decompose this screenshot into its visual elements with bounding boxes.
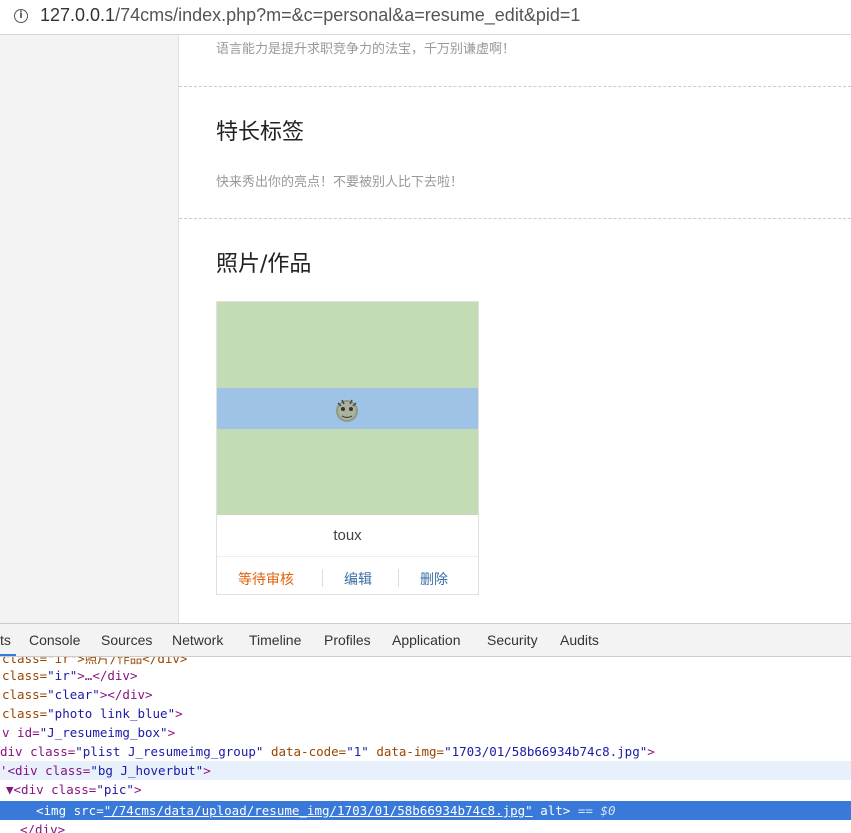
address-bar[interactable]: i 127.0.0.1/74cms/index.php?m=&c=persona… (0, 0, 851, 35)
attr-name: <img src= (36, 803, 104, 818)
status-pending: 等待审核 (238, 572, 294, 588)
tag-close: ></div> (99, 687, 153, 702)
url-host: 127.0.0.1 (40, 5, 116, 25)
attr-name: class= (2, 687, 48, 702)
tag-close: > (133, 782, 142, 797)
tag-close: > (167, 725, 176, 740)
attr-value: "J_resumeimg_box" (39, 725, 168, 740)
dom-line[interactable]: div class="plist J_resumeimg_group" data… (0, 742, 851, 761)
img-src-link[interactable]: "/74cms/data/upload/resume_img/1703/01/5… (104, 803, 533, 818)
tag-close: </div> (20, 822, 66, 833)
left-sidebar (0, 35, 179, 623)
attr-value: "plist J_resumeimg_group" (75, 744, 264, 759)
attr-name: data-code= (263, 744, 347, 759)
separator (398, 569, 399, 587)
dom-line-hovered[interactable]: '<div class="bg J_hoverbut"> (0, 761, 851, 780)
attr-name: '<div class= (0, 763, 91, 778)
attr-name: div class= (0, 744, 76, 759)
dom-tree: class="ir">照片/作品</div> class="ir">…</div… (0, 657, 851, 833)
tag-close: alt> (532, 803, 571, 818)
tag-close: > (203, 763, 211, 778)
attr-name: class= (2, 668, 48, 683)
attr-name: v id= (2, 725, 40, 740)
tab-sources[interactable]: Sources (101, 632, 152, 648)
url-text[interactable]: 127.0.0.1/74cms/index.php?m=&c=personal&… (40, 5, 580, 26)
skills-hint: 快来秀出你的亮点！不要被别人比下去啦！ (216, 175, 464, 190)
photo-actions: 等待审核 编辑 删除 (217, 557, 478, 595)
skills-title: 特长标签 (216, 120, 305, 145)
attr-value: "photo link_blue" (47, 706, 176, 721)
info-icon[interactable]: i (14, 9, 28, 23)
photo-thumbnail[interactable] (217, 302, 478, 515)
tab-network[interactable]: Network (172, 632, 223, 648)
equals-marker: == (570, 803, 601, 818)
photos-title: 照片/作品 (216, 252, 312, 277)
devtools-tabbar: ts Console Sources Network Timeline Prof… (0, 623, 851, 657)
photo-name: toux (217, 515, 478, 557)
tag-close: > (647, 744, 655, 759)
dom-line[interactable]: ▼<div class="pic"> (0, 780, 851, 799)
attr-name: class= (2, 706, 48, 721)
divider (179, 86, 851, 87)
tag-close: >…</div> (77, 668, 138, 683)
edit-link[interactable]: 编辑 (344, 569, 372, 589)
tab-audits[interactable]: Audits (560, 632, 599, 648)
attr-name: ▼<div class= (6, 782, 97, 797)
attr-value: "ir" (47, 668, 78, 683)
attr-value: "pic" (96, 782, 134, 797)
tab-application[interactable]: Application (392, 632, 461, 648)
tab-console[interactable]: Console (29, 632, 80, 648)
dom-line-selected[interactable]: <img src="/74cms/data/upload/resume_img/… (0, 801, 851, 820)
dom-line[interactable]: class="ir">…</div> (2, 666, 851, 685)
attr-value: "bg J_hoverbut" (90, 763, 204, 778)
tag-close: > (175, 706, 183, 721)
dom-line[interactable]: class="clear"></div> (2, 685, 851, 704)
dom-line[interactable]: </div> (0, 820, 851, 833)
bug-avatar-icon (336, 399, 358, 422)
attr-value: "1" (346, 744, 369, 759)
dom-line[interactable]: v id="J_resumeimg_box"> (2, 723, 851, 742)
dom-line[interactable]: class="photo link_blue"> (2, 704, 851, 723)
url-path: /74cms/index.php?m=&c=personal&a=resume_… (115, 5, 581, 25)
photo-card[interactable]: toux 等待审核 编辑 删除 (216, 301, 479, 595)
attr-value: "clear" (47, 687, 100, 702)
console-ref: $0 (600, 803, 616, 818)
delete-link[interactable]: 删除 (420, 569, 448, 589)
tab-timeline[interactable]: Timeline (249, 632, 301, 648)
attr-value: "1703/01/58b66934b74c8.jpg" (444, 744, 648, 759)
tab-profiles[interactable]: Profiles (324, 632, 371, 648)
attr-name: data-img= (368, 744, 445, 759)
language-hint: 语言能力是提升求职竞争力的法宝，千万别谦虚啊！ (216, 42, 516, 57)
dom-line-text: class="ir">照片/作品</div> (2, 657, 188, 666)
separator (322, 569, 323, 587)
page-viewport: 语言能力是提升求职竞争力的法宝，千万别谦虚啊！ 特长标签 快来秀出你的亮点！不要… (0, 35, 851, 623)
tab-security[interactable]: Security (487, 632, 538, 648)
tab-elements[interactable]: ts (0, 632, 11, 648)
active-tab-indicator (0, 654, 16, 656)
divider (179, 218, 851, 219)
resume-content: 语言能力是提升求职竞争力的法宝，千万别谦虚啊！ 特长标签 快来秀出你的亮点！不要… (179, 35, 851, 623)
